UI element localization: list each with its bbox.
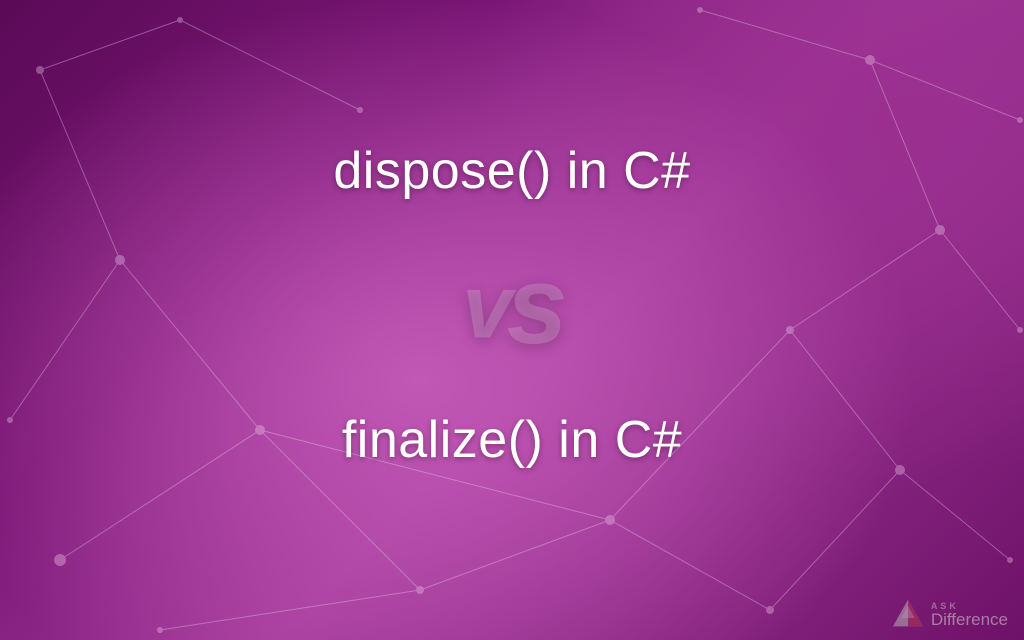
comparison-card: dispose() in C# vs finalize() in C# (0, 0, 1024, 640)
vs-label: vs (462, 267, 561, 344)
term-top: dispose() in C# (333, 141, 690, 201)
term-bottom: finalize() in C# (342, 410, 682, 470)
brand-name-label: Difference (931, 611, 1008, 628)
brand-logo-icon (891, 598, 925, 628)
brand-watermark: ASK Difference (891, 598, 1008, 628)
brand-text: ASK Difference (931, 602, 1008, 628)
